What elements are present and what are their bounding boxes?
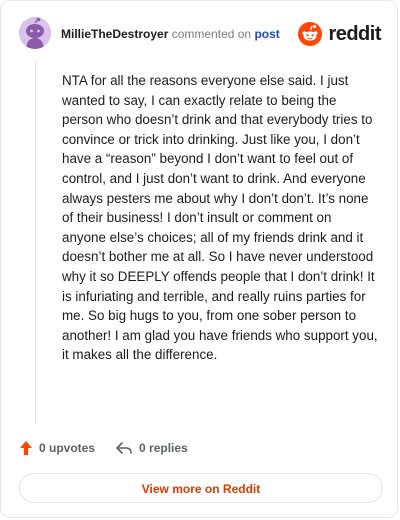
post-link[interactable]: post xyxy=(254,27,279,41)
comment-actions: 0 upvotes 0 replies xyxy=(19,437,188,459)
comment-embed-card: MillieTheDestroyer commented on post red… xyxy=(0,0,398,518)
comment-text: NTA for all the reasons everyone else sa… xyxy=(62,73,378,363)
reddit-brand[interactable]: reddit xyxy=(298,20,381,48)
reply-button[interactable]: 0 replies xyxy=(115,440,188,456)
reddit-logo-icon xyxy=(298,22,323,46)
upvote-button[interactable]: 0 upvotes xyxy=(19,440,95,456)
brand-wordmark: reddit xyxy=(328,22,381,45)
comment-header: MillieTheDestroyer commented on post red… xyxy=(19,17,381,51)
snoo-avatar-icon xyxy=(19,17,51,49)
action-text: commented on xyxy=(171,27,252,41)
reply-count: 0 replies xyxy=(139,441,188,455)
view-more-button[interactable]: View more on Reddit xyxy=(19,473,383,503)
reply-arrow-icon xyxy=(116,442,132,454)
user-avatar[interactable] xyxy=(19,17,51,49)
upvote-arrow-icon xyxy=(20,441,32,455)
thread-line xyxy=(35,61,36,423)
username-link[interactable]: MillieTheDestroyer xyxy=(61,27,168,41)
comment-meta: MillieTheDestroyer commented on post xyxy=(61,27,280,41)
upvote-count: 0 upvotes xyxy=(39,441,96,455)
